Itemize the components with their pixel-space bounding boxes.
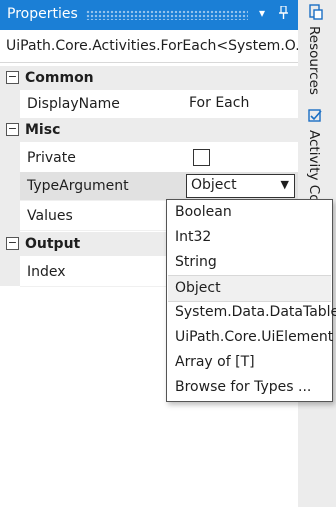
typeargument-combobox[interactable]: Object ▼ bbox=[186, 174, 295, 198]
combobox-value: Object bbox=[191, 177, 237, 193]
property-name: Private bbox=[27, 150, 76, 166]
dropdown-option[interactable]: Boolean bbox=[168, 200, 331, 225]
activity-type-label: UiPath.Core.Activities.ForEach<System.O.… bbox=[6, 38, 309, 54]
properties-titlebar[interactable]: Properties ▾ bbox=[0, 0, 298, 30]
collapse-icon[interactable]: − bbox=[6, 123, 19, 136]
property-row-private[interactable]: Private bbox=[20, 144, 298, 173]
category-label: Output bbox=[25, 236, 81, 252]
property-row-displayname[interactable]: DisplayName For Each bbox=[20, 90, 298, 119]
selected-activity-type: UiPath.Core.Activities.ForEach<System.O.… bbox=[0, 30, 309, 63]
category-common[interactable]: − Common bbox=[0, 66, 298, 90]
property-row-typeargument[interactable]: TypeArgument Object ▼ bbox=[20, 172, 298, 201]
category-label: Common bbox=[25, 70, 94, 86]
tab-label: Resources bbox=[306, 26, 322, 95]
typeargument-dropdown-list[interactable]: Boolean Int32 String Object System.Data.… bbox=[166, 199, 336, 402]
property-name: Values bbox=[27, 208, 73, 224]
grid-gutter bbox=[0, 86, 20, 286]
category-label: Misc bbox=[25, 122, 61, 138]
dropdown-option[interactable]: Browse for Types ... bbox=[168, 375, 331, 400]
panel-title: Properties bbox=[7, 6, 78, 22]
property-name: Index bbox=[27, 264, 66, 280]
dropdown-option[interactable]: Array of [T] bbox=[168, 350, 331, 375]
tab-label: Activity Co bbox=[306, 130, 322, 203]
activity-icon bbox=[308, 108, 324, 124]
dropdown-option[interactable]: Int32 bbox=[168, 225, 331, 250]
window-menu-icon[interactable]: ▾ bbox=[259, 6, 265, 20]
resources-icon bbox=[308, 4, 324, 20]
collapse-icon[interactable]: − bbox=[6, 237, 19, 250]
displayname-value[interactable]: For Each bbox=[189, 95, 249, 111]
category-misc[interactable]: − Misc bbox=[0, 118, 298, 142]
dropdown-option-selected[interactable]: Object bbox=[168, 275, 331, 302]
collapse-icon[interactable]: − bbox=[6, 71, 19, 84]
drag-grip[interactable] bbox=[86, 10, 248, 20]
dropdown-option[interactable]: UiPath.Core.UiElement bbox=[168, 325, 333, 350]
property-name: TypeArgument bbox=[27, 178, 129, 194]
chevron-down-icon[interactable]: ▼ bbox=[281, 178, 289, 191]
dropdown-option[interactable]: System.Data.DataTable bbox=[168, 300, 336, 325]
pin-icon[interactable] bbox=[279, 5, 288, 22]
dropdown-option[interactable]: String bbox=[168, 250, 331, 275]
property-name: DisplayName bbox=[27, 96, 120, 112]
private-checkbox[interactable] bbox=[193, 149, 210, 166]
